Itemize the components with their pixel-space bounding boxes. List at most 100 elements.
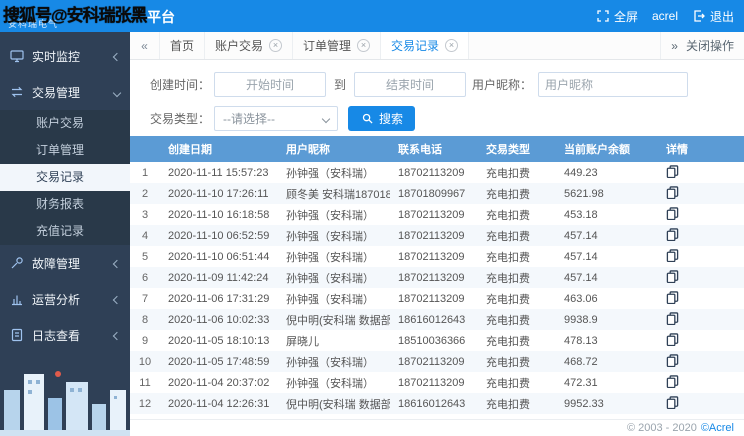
create-date-cell: 2020-11-04 12:26:31 bbox=[160, 393, 278, 414]
trade-type-cell: 充电扣费 bbox=[478, 225, 556, 246]
copy-detail-icon[interactable] bbox=[666, 375, 679, 388]
topbar: 安科瑞电气 平台 全屏 acrel 退出 bbox=[0, 0, 744, 32]
balance-cell: 463.06 bbox=[556, 288, 658, 309]
tab-close-icon[interactable]: × bbox=[445, 39, 458, 52]
column-header-create-date: 创建日期 bbox=[160, 136, 278, 162]
logout-button[interactable]: 退出 bbox=[692, 8, 734, 25]
sidebar-subitem-order-management[interactable]: 订单管理 bbox=[0, 137, 130, 164]
phone-cell: 18702113209 bbox=[390, 288, 478, 309]
trade-type-cell: 充电扣费 bbox=[478, 351, 556, 372]
tab-label: 账户交易 bbox=[215, 37, 263, 54]
sidebar: 实时监控 交易管理 账户交易 订单管理 交易记录 财务报表 充值记录 故障管理 … bbox=[0, 32, 130, 436]
copy-detail-icon[interactable] bbox=[666, 249, 679, 262]
tab-trade-records[interactable]: 交易记录 × bbox=[381, 32, 469, 59]
chevron-left-icon bbox=[114, 328, 120, 342]
wrench-icon bbox=[10, 256, 24, 270]
sidebar-item-trade-management[interactable]: 交易管理 bbox=[0, 74, 130, 110]
balance-cell: 472.31 bbox=[556, 372, 658, 393]
tab-order-management[interactable]: 订单管理 × bbox=[293, 32, 381, 59]
detail-cell bbox=[658, 330, 744, 351]
copy-detail-icon[interactable] bbox=[666, 291, 679, 304]
phone-cell: 18702113209 bbox=[390, 225, 478, 246]
copy-detail-icon[interactable] bbox=[666, 207, 679, 220]
fullscreen-icon bbox=[596, 9, 610, 23]
column-header-trade-type: 交易类型 bbox=[478, 136, 556, 162]
copy-detail-icon[interactable] bbox=[666, 396, 679, 409]
row-index: 1 bbox=[130, 162, 160, 183]
row-index: 12 bbox=[130, 393, 160, 414]
trade-type-cell: 充电扣费 bbox=[478, 309, 556, 330]
trade-type-select[interactable]: --请选择-- bbox=[214, 106, 338, 131]
tabs-scroll-left-icon[interactable]: « bbox=[130, 32, 160, 59]
sidebar-subitem-financial-reports[interactable]: 财务报表 bbox=[0, 191, 130, 218]
sidebar-item-fault-management[interactable]: 故障管理 bbox=[0, 245, 130, 281]
nickname-cell: 孙钟强（安科瑞） bbox=[278, 162, 390, 183]
trade-type-cell: 充电扣费 bbox=[478, 288, 556, 309]
table-row: 42020-11-10 06:52:59孙钟强（安科瑞）18702113209充… bbox=[130, 225, 744, 246]
phone-cell: 18616012643 bbox=[390, 309, 478, 330]
brand-text: 安科瑞电气 bbox=[8, 17, 58, 30]
trade-type-cell: 充电扣费 bbox=[478, 204, 556, 225]
close-operations-label: 关闭操作 bbox=[686, 37, 734, 54]
sidebar-item-operation-analysis[interactable]: 运营分析 bbox=[0, 281, 130, 317]
phone-cell: 18702113209 bbox=[390, 372, 478, 393]
detail-cell bbox=[658, 393, 744, 414]
balance-cell: 457.14 bbox=[556, 267, 658, 288]
balance-cell: 478.13 bbox=[556, 330, 658, 351]
trade-type-cell: 充电扣费 bbox=[478, 393, 556, 414]
row-index: 10 bbox=[130, 351, 160, 372]
sidebar-subitem-trade-records[interactable]: 交易记录 bbox=[0, 164, 130, 191]
end-time-input[interactable] bbox=[354, 72, 466, 97]
tab-close-icon[interactable]: × bbox=[269, 39, 282, 52]
phone-cell: 18702113209 bbox=[390, 162, 478, 183]
filter-row-2: 交易类型： --请选择-- 搜索 bbox=[144, 106, 744, 131]
start-time-input[interactable] bbox=[214, 72, 326, 97]
nickname-cell: 倪中明(安科瑞 数据部) bbox=[278, 393, 390, 414]
nickname-cell: 孙钟强（安科瑞） bbox=[278, 288, 390, 309]
table-row: 22020-11-10 17:26:11顾冬美 安科瑞1870180187018… bbox=[130, 183, 744, 204]
copy-detail-icon[interactable] bbox=[666, 312, 679, 325]
search-button[interactable]: 搜索 bbox=[348, 106, 415, 131]
create-date-cell: 2020-11-10 06:51:44 bbox=[160, 246, 278, 267]
nickname-input[interactable] bbox=[538, 72, 688, 97]
fullscreen-label: 全屏 bbox=[614, 8, 638, 25]
to-label: 到 bbox=[334, 76, 346, 93]
tab-home[interactable]: 首页 bbox=[160, 32, 205, 59]
copyright-text: © 2003 - 2020 bbox=[627, 422, 697, 434]
tab-label: 交易记录 bbox=[391, 37, 439, 54]
row-index: 6 bbox=[130, 267, 160, 288]
copy-detail-icon[interactable] bbox=[666, 333, 679, 346]
sidebar-item-log-view[interactable]: 日志查看 bbox=[0, 317, 130, 353]
filter-row-1: 创建时间： 到 用户昵称： bbox=[144, 72, 744, 97]
balance-cell: 453.18 bbox=[556, 204, 658, 225]
table-row: 12020-11-11 15:57:23孙钟强（安科瑞）18702113209充… bbox=[130, 162, 744, 183]
tabs-scroll-right-icon: » bbox=[671, 39, 678, 53]
trade-management-submenu: 账户交易 订单管理 交易记录 财务报表 充值记录 bbox=[0, 110, 130, 245]
nickname-cell: 倪中明(安科瑞 数据部) bbox=[278, 309, 390, 330]
copy-detail-icon[interactable] bbox=[666, 186, 679, 199]
tab-close-icon[interactable]: × bbox=[357, 39, 370, 52]
copy-detail-icon[interactable] bbox=[666, 228, 679, 241]
fullscreen-button[interactable]: 全屏 bbox=[596, 8, 638, 25]
copy-detail-icon[interactable] bbox=[666, 270, 679, 283]
column-header-phone: 联系电话 bbox=[390, 136, 478, 162]
sidebar-subitem-recharge-records[interactable]: 充值记录 bbox=[0, 218, 130, 245]
menu-label: 实时监控 bbox=[32, 48, 80, 65]
sidebar-item-realtime-monitor[interactable]: 实时监控 bbox=[0, 38, 130, 74]
username[interactable]: acrel bbox=[652, 9, 678, 23]
copy-detail-icon[interactable] bbox=[666, 354, 679, 367]
trade-type-cell: 充电扣费 bbox=[478, 330, 556, 351]
detail-cell bbox=[658, 372, 744, 393]
records-table: 创建日期 用户昵称 联系电话 交易类型 当前账户余额 详情 12020-11-1… bbox=[130, 136, 744, 419]
tab-account-trade[interactable]: 账户交易 × bbox=[205, 32, 293, 59]
footer-brand: ©Acrel bbox=[701, 422, 734, 434]
copy-detail-icon[interactable] bbox=[666, 165, 679, 178]
city-illustration bbox=[0, 358, 130, 436]
table-row: 102020-11-05 17:48:59孙钟强（安科瑞）18702113209… bbox=[130, 351, 744, 372]
nickname-cell: 孙钟强（安科瑞） bbox=[278, 267, 390, 288]
sidebar-subitem-account-trade[interactable]: 账户交易 bbox=[0, 110, 130, 137]
balance-cell: 5621.98 bbox=[556, 183, 658, 204]
detail-cell bbox=[658, 309, 744, 330]
close-operations-menu[interactable]: » 关闭操作 bbox=[660, 32, 744, 59]
balance-cell: 9952.33 bbox=[556, 393, 658, 414]
